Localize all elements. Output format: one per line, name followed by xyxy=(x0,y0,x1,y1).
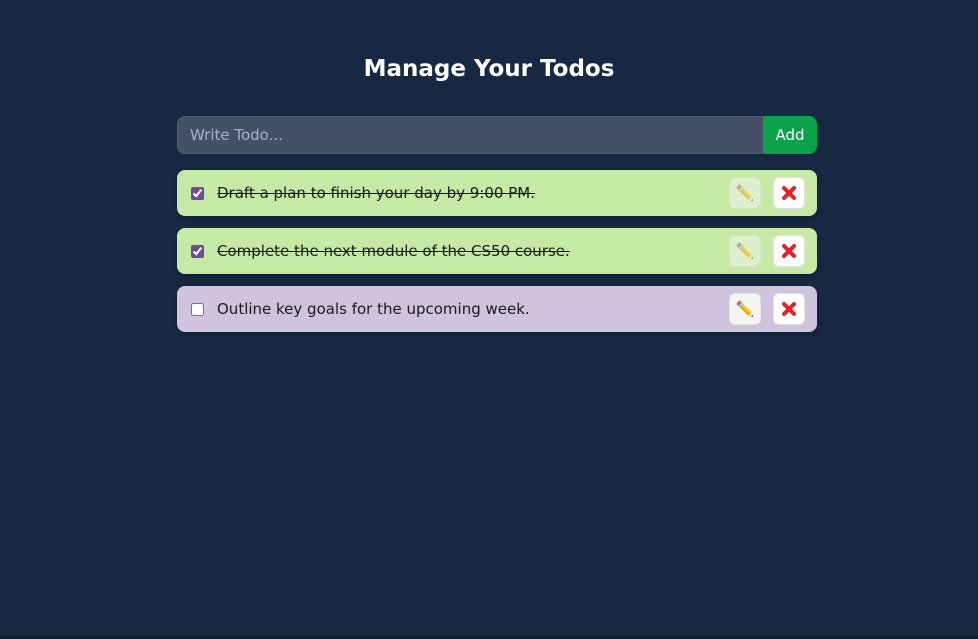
cross-icon xyxy=(781,185,797,201)
todo-checkbox[interactable] xyxy=(191,186,204,200)
todo-form: Add xyxy=(177,116,817,154)
todo-item: Outline key goals for the upcoming week.… xyxy=(177,286,817,332)
edit-button[interactable]: ✏️ xyxy=(729,293,761,325)
todo-checkbox[interactable] xyxy=(191,302,204,316)
cross-icon xyxy=(781,243,797,259)
todo-text: Outline key goals for the upcoming week. xyxy=(217,300,530,318)
edit-button[interactable]: ✏️ xyxy=(729,177,761,209)
todo-text: Complete the next module of the CS50 cou… xyxy=(217,242,570,260)
pencil-icon: ✏️ xyxy=(735,299,755,318)
todo-input[interactable] xyxy=(177,116,763,154)
todo-checkbox[interactable] xyxy=(191,244,204,258)
pencil-icon: ✏️ xyxy=(735,241,755,260)
todo-text: Draft a plan to finish your day by 9:00 … xyxy=(217,184,535,202)
todo-list: Draft a plan to finish your day by 9:00 … xyxy=(177,170,817,344)
pencil-icon: ✏️ xyxy=(735,183,755,202)
cross-icon xyxy=(781,301,797,317)
add-button[interactable]: Add xyxy=(763,116,817,154)
delete-button[interactable] xyxy=(773,177,805,209)
delete-button[interactable] xyxy=(773,235,805,267)
edit-button[interactable]: ✏️ xyxy=(729,235,761,267)
todo-item: Draft a plan to finish your day by 9:00 … xyxy=(177,170,817,216)
todo-item: Complete the next module of the CS50 cou… xyxy=(177,228,817,274)
delete-button[interactable] xyxy=(773,293,805,325)
page-title: Manage Your Todos xyxy=(363,56,615,82)
